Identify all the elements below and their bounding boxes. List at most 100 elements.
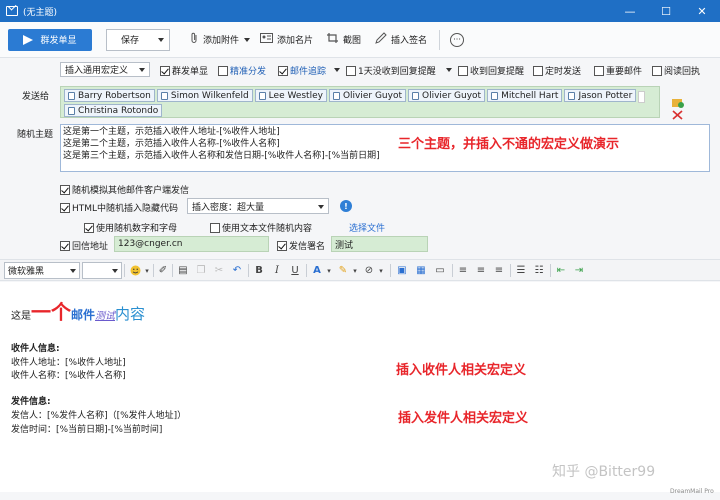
toolbar-divider <box>306 264 307 277</box>
recipients-label: 发送给 <box>22 92 50 102</box>
reply-remind-label: 收到回复提醒 <box>470 67 525 77</box>
minimize-button[interactable]: — <box>612 0 648 22</box>
format-toolbar: 微软雅黑 ▾ ✐ ▤ ❐ ✂ ↶ B I U A ▾ ✎ ▾ ⊘ ▾ ▣ ▦ ▭… <box>0 259 720 281</box>
recipient-chip[interactable]: Barry Robertson <box>64 89 155 102</box>
address-book-icon[interactable] <box>672 98 684 108</box>
mass-single-checkbox[interactable]: 群发单显 <box>160 64 208 77</box>
heading-content: 内容 <box>115 305 146 323</box>
attach-button[interactable]: 添加附件 <box>190 29 254 51</box>
reply-address-label: 回信地址 <box>72 242 109 252</box>
checkbox-checked <box>60 184 70 195</box>
density-select[interactable]: 插入密度：超大量 <box>187 198 329 214</box>
tracking-dropdown-icon[interactable] <box>334 68 340 72</box>
recipient-address-line: 收件人地址：[%收件人地址] <box>11 358 126 368</box>
heading-test: 测试 <box>95 311 116 322</box>
choose-file-link[interactable]: 选择文件 <box>349 221 385 234</box>
clear-recipients-icon[interactable] <box>672 110 684 120</box>
remind-checkbox[interactable]: 1天没收到回复提醒 <box>346 64 436 77</box>
recipients-field[interactable]: Barry Robertson Simon Wilkenfeld Lee Westl… <box>60 86 660 118</box>
contact-icon <box>68 106 75 115</box>
sender-signature-checkbox[interactable]: 发信署名 <box>277 239 325 252</box>
random-chars-label: 使用随机数字和字母 <box>96 224 178 234</box>
simulate-client-checkbox[interactable]: 随机模拟其他邮件客户端发信 <box>60 183 189 196</box>
reply-address-checkbox[interactable]: 回信地址 <box>60 239 108 252</box>
tracking-label: 邮件追踪 <box>290 67 327 77</box>
more-options-icon[interactable]: ··· <box>450 32 465 47</box>
checkbox-unchecked <box>218 65 228 76</box>
tracking-checkbox[interactable]: 邮件追踪 <box>278 64 326 77</box>
bullet-list-icon[interactable]: ☷ <box>532 263 546 278</box>
recipient-chip[interactable]: Simon Wilkenfeld <box>156 89 253 102</box>
indent-icon[interactable]: ⇥ <box>572 263 586 278</box>
reply-remind-checkbox[interactable]: 收到回复提醒 <box>458 64 524 77</box>
paste-icon[interactable]: ▤ <box>176 263 190 278</box>
recipient-name-line: 收件人名称：[%收件人名称] <box>11 371 126 381</box>
insert-line-icon[interactable]: ▭ <box>433 263 447 278</box>
align-center-icon[interactable]: ≡ <box>474 263 488 278</box>
macro-select[interactable]: 插入通用宏定义 <box>60 62 150 77</box>
close-button[interactable]: ✕ <box>684 0 720 22</box>
outdent-icon[interactable]: ⇤ <box>554 263 568 278</box>
insert-signature-button[interactable]: 插入签名 <box>375 29 427 51</box>
recipient-chip[interactable]: Lee Westley <box>254 89 327 102</box>
insert-table-icon[interactable]: ▦ <box>414 263 428 278</box>
screenshot-button[interactable]: 截图 <box>327 29 361 51</box>
important-checkbox[interactable]: 重要邮件 <box>594 64 642 77</box>
font-size-select[interactable] <box>82 262 122 279</box>
contact-icon <box>568 91 576 100</box>
format-brush-icon[interactable]: ✐ <box>156 263 170 278</box>
insert-image-icon[interactable]: ▣ <box>395 263 409 278</box>
random-chars-checkbox[interactable]: 使用随机数字和字母 <box>84 221 177 234</box>
recipient-chip[interactable]: Mitchell Hart <box>487 89 563 102</box>
undo-icon[interactable]: ↶ <box>230 263 244 278</box>
scheduled-checkbox[interactable]: 定时发送 <box>533 64 581 77</box>
sender-signature-input[interactable]: 测试 <box>331 236 428 252</box>
underline-icon[interactable]: U <box>288 263 302 278</box>
text-file-checkbox[interactable]: 使用文本文件随机内容 <box>210 221 312 234</box>
ordered-list-icon[interactable]: ☰ <box>514 263 528 278</box>
main-toolbar: 群发单显 保存 添加附件 添加名片 截图 插入签名 ··· <box>0 22 720 58</box>
remind-dropdown-icon[interactable] <box>446 68 452 72</box>
sender-time-line: 发信时间：[%当前日期]-[%当前时间] <box>11 425 163 435</box>
send-button[interactable]: 群发单显 <box>8 28 92 51</box>
toolbar-divider <box>248 264 249 277</box>
macro-select-value: 插入通用宏定义 <box>65 66 129 76</box>
read-receipt-checkbox[interactable]: 阅读回执 <box>652 64 700 77</box>
maximize-button[interactable]: ☐ <box>648 0 684 22</box>
recipient-name: Olivier Guyot <box>342 90 403 101</box>
precise-checkbox[interactable]: 精准分发 <box>218 64 266 77</box>
add-card-button[interactable]: 添加名片 <box>260 29 313 51</box>
recipient-name: Mitchell Hart <box>501 90 559 101</box>
clear-format-dropdown-icon[interactable]: ▾ <box>374 263 388 278</box>
recipient-chip[interactable]: Olivier Guyot <box>408 89 486 102</box>
highlight-dropdown-icon[interactable]: ▾ <box>348 263 362 278</box>
text-file-label: 使用文本文件随机内容 <box>222 224 313 234</box>
bold-icon[interactable]: B <box>252 263 266 278</box>
attach-label: 添加附件 <box>203 36 240 46</box>
heading-this: 这是 <box>11 311 31 322</box>
heading-mail: 邮件 <box>71 308 96 322</box>
save-dropdown[interactable]: 保存 <box>106 28 170 51</box>
card-icon <box>260 33 274 46</box>
font-family-select[interactable]: 微软雅黑 <box>4 262 80 279</box>
title-bar: (无主题) — ☐ ✕ <box>0 0 720 22</box>
recipient-input-caret[interactable] <box>638 91 646 103</box>
info-icon[interactable]: ! <box>340 200 352 212</box>
copy-icon[interactable]: ❐ <box>194 263 208 278</box>
pen-icon <box>375 32 387 47</box>
reply-address-input[interactable]: 123@cnger.cn <box>114 236 269 252</box>
align-left-icon[interactable]: ≡ <box>456 263 470 278</box>
recipient-chip[interactable]: Christina Rotondo <box>64 104 163 117</box>
recipient-name: Christina Rotondo <box>78 105 159 116</box>
font-color-dropdown-icon[interactable]: ▾ <box>322 263 336 278</box>
subjects-label: 随机主题 <box>17 130 54 140</box>
italic-icon[interactable]: I <box>270 263 284 278</box>
html-hidden-checkbox[interactable]: HTML中随机插入隐藏代码 <box>60 201 178 214</box>
emoji-dropdown-icon[interactable]: ▾ <box>140 263 154 278</box>
watermark-text: 知乎 @Bitter99 <box>552 464 656 480</box>
toolbar-divider <box>510 264 511 277</box>
recipient-chip[interactable]: Olivier Guyot <box>328 89 407 102</box>
align-right-icon[interactable]: ≡ <box>492 263 506 278</box>
recipient-chip[interactable]: Jason Potter <box>564 89 637 102</box>
cut-icon[interactable]: ✂ <box>212 263 226 278</box>
